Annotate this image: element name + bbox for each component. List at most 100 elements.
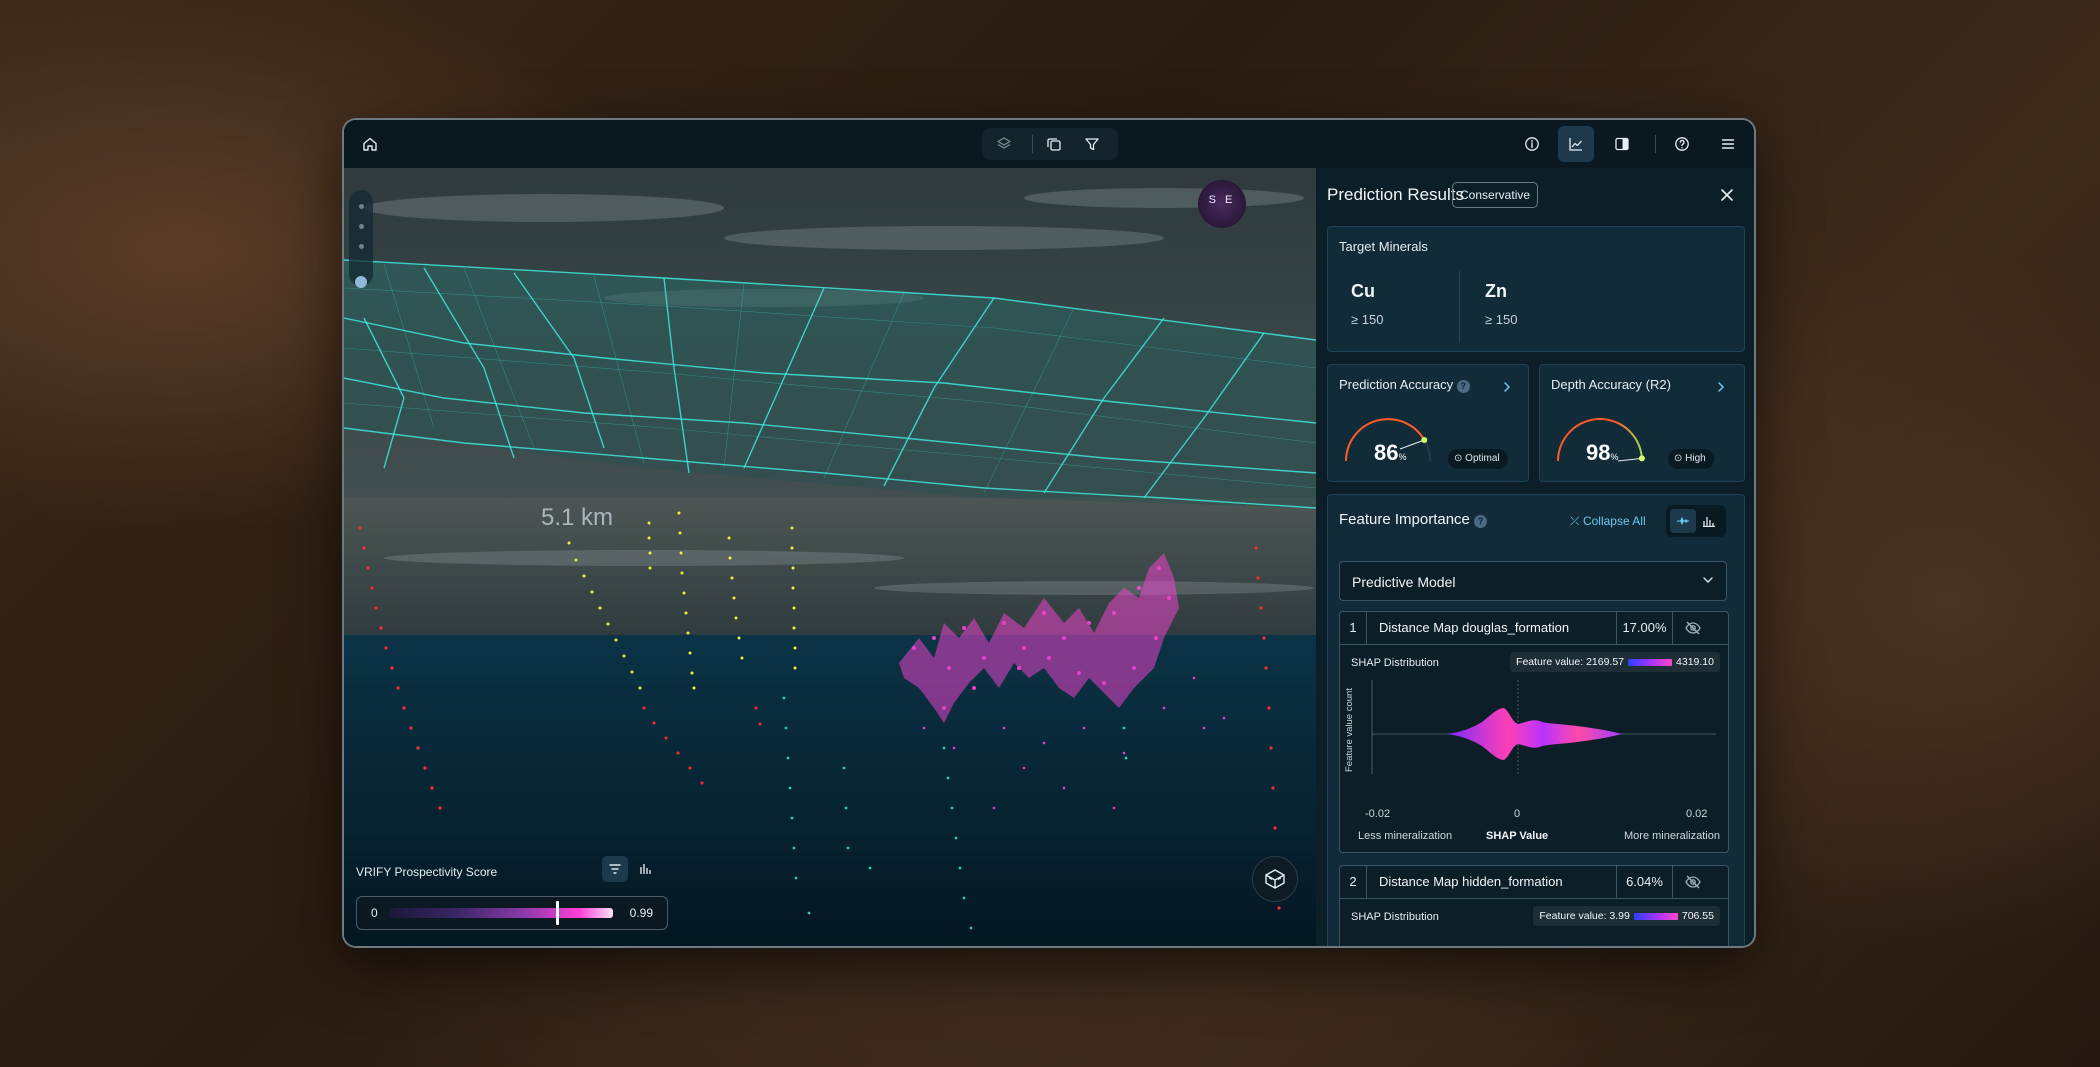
shap-violin-chart xyxy=(1371,680,1716,774)
mineral-symbol: Cu xyxy=(1351,281,1375,301)
check-icon[interactable] xyxy=(355,276,367,288)
badge-label: Optimal xyxy=(1465,453,1500,464)
panel-title: Prediction Results xyxy=(1327,185,1465,204)
feature-importance-card: Feature Importance ? ⤫ Collapse All Pred… xyxy=(1327,494,1745,946)
y-axis-label: Feature value count xyxy=(1344,688,1355,772)
feature-value-max: 4319.10 xyxy=(1676,656,1714,668)
filter-icon[interactable] xyxy=(1078,130,1106,158)
badge-label: High xyxy=(1685,453,1706,464)
status-badge: ⊙ Optimal xyxy=(1448,449,1508,469)
depth-number: 98 xyxy=(1586,440,1611,465)
more-label: More mineralization xyxy=(1624,830,1720,842)
feature-header[interactable]: 1 Distance Map douglas_formation 17.00% xyxy=(1340,612,1728,645)
chevron-right-icon[interactable] xyxy=(1716,381,1726,393)
copy-icon[interactable] xyxy=(1040,130,1068,158)
depth-value: 98% xyxy=(1586,440,1619,466)
list-view-icon[interactable] xyxy=(602,856,628,882)
card-title: Prediction Accuracy ? xyxy=(1339,377,1470,393)
color-ramp xyxy=(1633,912,1678,920)
divider xyxy=(1459,271,1460,343)
menu-icon[interactable] xyxy=(1714,130,1742,158)
help-icon[interactable]: ? xyxy=(1456,380,1470,393)
bar-view-icon[interactable] xyxy=(1696,509,1722,533)
accuracy-number: 86 xyxy=(1374,440,1399,465)
accuracy-value: 86% xyxy=(1374,440,1407,466)
histogram-icon[interactable] xyxy=(632,856,658,882)
feature-name: Distance Map hidden_formation xyxy=(1379,874,1563,889)
help-icon[interactable]: ? xyxy=(1474,515,1488,528)
legend-title: VRIFY Prospectivity Score xyxy=(356,865,498,879)
feature-name: Distance Map douglas_formation xyxy=(1379,620,1570,635)
divider xyxy=(1032,135,1033,153)
feature-value-legend: Feature value: 3.99 706.55 xyxy=(1533,906,1720,926)
mineral-symbol: Zn xyxy=(1485,281,1507,301)
layers-icon[interactable] xyxy=(990,130,1018,158)
less-label: Less mineralization xyxy=(1358,830,1453,842)
mineral-threshold: ≥ 150 xyxy=(1351,312,1384,327)
shap-label: SHAP Distribution xyxy=(1351,657,1439,669)
legend-gradient xyxy=(389,908,613,918)
card-title: Target Minerals xyxy=(1339,239,1428,254)
accuracy-unit: % xyxy=(1398,452,1407,462)
3d-viewport[interactable]: 5.1 km S E VRIFY Prospectivity Score 0 0… xyxy=(344,168,1316,946)
x-tick: 0.02 xyxy=(1686,808,1708,820)
chevron-down-icon xyxy=(1703,577,1713,583)
collapse-icon: ⤫ xyxy=(1570,514,1583,528)
feature-index: 2 xyxy=(1340,866,1367,898)
feature-value-max: 706.55 xyxy=(1681,910,1714,922)
compass-label: S E xyxy=(1208,194,1236,206)
prediction-accuracy-card[interactable]: Prediction Accuracy ? 86% ⊙ Optimal xyxy=(1327,364,1529,482)
cube-view-icon[interactable] xyxy=(1252,856,1298,902)
hide-icon[interactable] xyxy=(1684,620,1702,636)
status-badge: ⊙ High xyxy=(1668,449,1714,469)
panel-icon[interactable] xyxy=(1608,130,1636,158)
select-value: Predictive Model xyxy=(1352,574,1456,590)
close-icon[interactable] xyxy=(1718,186,1736,204)
divider xyxy=(1655,135,1656,153)
x-axis-label: SHAP Value xyxy=(1486,830,1549,842)
feature-percent: 17.00% xyxy=(1616,612,1673,644)
card-title: Feature Importance ? xyxy=(1339,511,1488,528)
chart-icon[interactable] xyxy=(1558,126,1594,162)
x-tick: 0 xyxy=(1514,808,1521,820)
model-select[interactable]: Predictive Model xyxy=(1339,561,1727,601)
help-icon[interactable] xyxy=(1668,130,1696,158)
distribution-view-icon[interactable] xyxy=(1670,509,1696,533)
mineral-threshold: ≥ 150 xyxy=(1485,312,1518,327)
feature-value-text: Feature value: 3.99 xyxy=(1539,910,1630,922)
card-title-text: Prediction Accuracy xyxy=(1339,377,1454,392)
threshold-handle[interactable] xyxy=(556,901,559,925)
feature-item[interactable]: 1 Distance Map douglas_formation 17.00% … xyxy=(1339,611,1729,853)
chevron-right-icon[interactable] xyxy=(1502,381,1512,393)
top-toolbar xyxy=(344,120,1754,169)
card-title: Depth Accuracy (R2) xyxy=(1551,377,1671,392)
info-icon[interactable] xyxy=(1518,130,1546,158)
step-dot[interactable] xyxy=(359,244,364,249)
color-ramp xyxy=(1628,658,1673,666)
shap-distribution-shape xyxy=(1447,708,1622,760)
feature-index: 1 xyxy=(1340,612,1367,644)
card-title-text: Feature Importance xyxy=(1339,511,1470,528)
compass-icon[interactable]: S E xyxy=(1198,180,1246,228)
view-tools-group xyxy=(982,128,1118,160)
scene-canvas xyxy=(344,168,1316,946)
view-toggle[interactable] xyxy=(1666,505,1726,537)
mode-tag: Conservative xyxy=(1452,182,1539,208)
legend-min: 0 xyxy=(371,906,378,920)
feature-value-legend: Feature value: 2169.57 4319.10 xyxy=(1510,652,1720,672)
feature-item[interactable]: 2 Distance Map hidden_formation 6.04% SH… xyxy=(1339,865,1729,946)
step-dot[interactable] xyxy=(359,204,364,209)
feature-percent: 6.04% xyxy=(1616,866,1673,898)
x-tick: -0.02 xyxy=(1365,808,1391,820)
home-icon[interactable] xyxy=(356,130,384,158)
depth-unit: % xyxy=(1610,452,1619,462)
feature-header[interactable]: 2 Distance Map hidden_formation 6.04% xyxy=(1340,866,1728,899)
depth-accuracy-card[interactable]: Depth Accuracy (R2) 98% ⊙ High xyxy=(1539,364,1745,482)
collapse-all-button[interactable]: ⤫ Collapse All xyxy=(1570,514,1646,529)
legend-max: 0.99 xyxy=(629,906,653,920)
prospectivity-legend[interactable]: 0 0.99 xyxy=(356,896,668,930)
viewport-step-nav[interactable] xyxy=(349,190,373,288)
target-minerals-card: Target Minerals Cu ≥ 150 Zn ≥ 150 xyxy=(1327,226,1745,352)
hide-icon[interactable] xyxy=(1684,874,1702,890)
step-dot[interactable] xyxy=(359,224,364,229)
